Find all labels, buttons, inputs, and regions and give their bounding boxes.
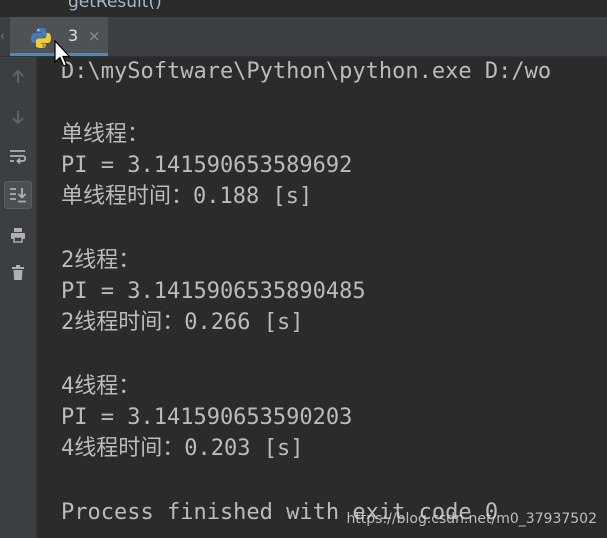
tab-scroll-left-icon[interactable]: ‹ — [0, 29, 5, 43]
breadcrumb[interactable]: getResult() — [68, 0, 162, 12]
console-toolbar — [0, 57, 37, 538]
close-icon[interactable]: × — [88, 27, 101, 45]
console-line: 4线程时间：0.203 [s] — [61, 436, 304, 461]
console-line: 单线程： — [61, 122, 150, 147]
console-line: PI = 3.141590653589692 — [61, 153, 353, 178]
console-line: 2线程： — [61, 248, 141, 273]
ide-run-window: getResult() ‹ 3 × D:\mySoftware\Python\p… — [0, 0, 607, 538]
mouse-cursor-icon — [54, 40, 71, 67]
watermark: https://blog.csdn.net/m0_37937502 — [346, 511, 597, 527]
console-line: PI = 3.141590653590203 — [61, 405, 353, 430]
run-tab-bar: ‹ 3 × — [0, 17, 607, 57]
print-icon[interactable] — [4, 221, 32, 249]
trash-icon[interactable] — [4, 259, 32, 287]
console-line: 2线程时间：0.266 [s] — [61, 310, 304, 335]
arrow-up-icon[interactable] — [4, 63, 32, 91]
python-icon — [31, 28, 51, 48]
console-line: 4线程： — [61, 374, 141, 399]
console-line: D:\mySoftware\Python\python.exe D:/wo — [61, 59, 552, 84]
console-output[interactable]: D:\mySoftware\Python\python.exe D:/wo 单线… — [38, 57, 607, 538]
scroll-to-end-icon[interactable] — [4, 181, 32, 209]
console-line: PI = 3.1415906535890485 — [61, 279, 366, 304]
soft-wrap-icon[interactable] — [4, 143, 32, 171]
arrow-down-icon[interactable] — [4, 103, 32, 131]
editor-breadcrumb-strip: getResult() — [0, 0, 607, 17]
console-line: 单线程时间：0.188 [s] — [61, 184, 313, 209]
